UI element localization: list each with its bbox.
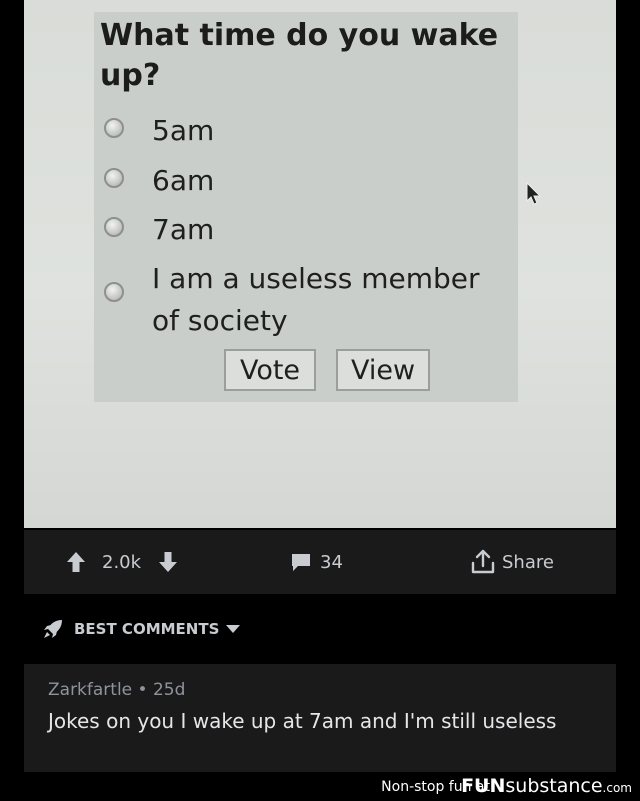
- downvote-arrow-icon[interactable]: [158, 551, 178, 573]
- share-button[interactable]: Share: [470, 530, 554, 594]
- logo-bold: FUN: [461, 775, 506, 797]
- site-logo: FUNsubstance.com: [461, 775, 632, 797]
- poll-option-label: 7am: [152, 213, 215, 246]
- comment-bubble-icon: [292, 554, 310, 571]
- radio-icon[interactable]: [104, 118, 124, 138]
- logo-suffix: .com: [602, 781, 632, 795]
- poll-box: What time do you wake up? 5am 6am 7am I …: [94, 12, 518, 402]
- logo-rest: substance: [505, 775, 603, 797]
- radio-icon[interactable]: [104, 217, 124, 237]
- comment-card[interactable]: Zarkfartle • 25d Jokes on you I wake up …: [24, 664, 616, 772]
- downvote-button[interactable]: [158, 530, 178, 594]
- poll-option-5am[interactable]: 5am: [104, 114, 504, 148]
- view-button[interactable]: View: [336, 349, 430, 391]
- post-image[interactable]: What time do you wake up? 5am 6am 7am I …: [24, 0, 616, 528]
- sort-label: BEST COMMENTS: [74, 620, 220, 638]
- poll-option-label: 5am: [152, 114, 215, 147]
- poll-option-6am[interactable]: 6am: [104, 164, 504, 198]
- comment-age: 25d: [152, 680, 186, 700]
- upvote-arrow-icon[interactable]: [66, 551, 86, 573]
- comment-count: 34: [320, 551, 343, 573]
- share-icon: [471, 549, 495, 574]
- poll-option-useless[interactable]: I am a useless member of society: [104, 262, 504, 342]
- comments-sort-dropdown[interactable]: BEST COMMENTS: [42, 614, 241, 644]
- post-action-bar: 2.0k 34 Share: [24, 530, 616, 594]
- mouse-cursor-icon: [526, 182, 542, 205]
- comments-button[interactable]: 34: [290, 530, 343, 594]
- watermark-footer: Non-stop fun at FUNsubstance.com: [0, 772, 640, 801]
- share-label: Share: [502, 551, 554, 573]
- poll-option-label: I am a useless member of society: [152, 262, 480, 337]
- comment-meta: Zarkfartle • 25d: [48, 680, 185, 700]
- poll-question: What time do you wake up?: [100, 18, 499, 93]
- upvote-button[interactable]: [66, 530, 86, 594]
- caret-down-icon: [226, 625, 241, 633]
- poll-option-7am[interactable]: 7am: [104, 213, 504, 247]
- radio-icon[interactable]: [104, 282, 124, 302]
- poll-option-label: 6am: [152, 164, 215, 197]
- vote-button[interactable]: Vote: [224, 349, 316, 391]
- vote-count: 2.0k: [102, 551, 142, 573]
- radio-icon[interactable]: [104, 168, 124, 188]
- rocket-icon: [44, 620, 62, 638]
- meta-separator: •: [137, 680, 148, 700]
- comment-body: Jokes on you I wake up at 7am and I'm st…: [48, 709, 557, 733]
- comment-author[interactable]: Zarkfartle: [48, 680, 132, 700]
